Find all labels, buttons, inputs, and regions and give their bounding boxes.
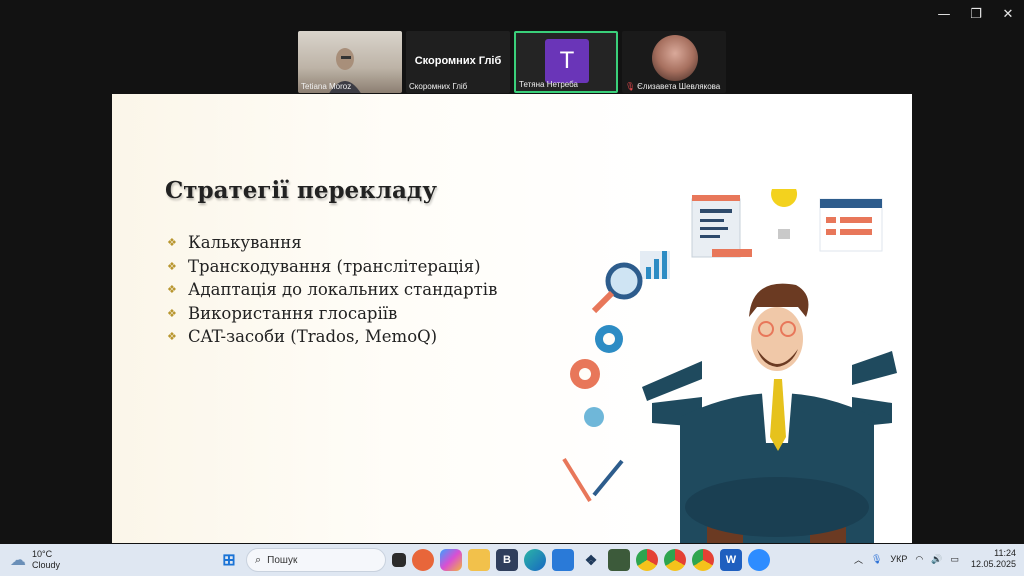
participant-avatar: T — [545, 39, 589, 83]
slide-title: Стратегії перекладу — [165, 177, 437, 204]
chevron-up-icon[interactable]: ︿ — [854, 553, 863, 566]
system-tray: ︿ 🎙 УКР ◠ 🔊 ▭ 11:24 12.05.2025 — [854, 548, 1016, 570]
weather-condition: Cloudy — [32, 560, 61, 570]
participant-tile[interactable]: Tetiana Moroz — [298, 31, 402, 93]
list-item: ❖ Адаптація до локальних стандартів — [167, 280, 498, 300]
clock-date: 12.05.2025 — [970, 559, 1016, 569]
clock-time: 11:24 — [994, 548, 1016, 558]
meeting-window: — ❐ ✕ Tetiana Moroz Скоромних Гліб Скоро… — [0, 0, 1024, 544]
input-language[interactable]: УКР — [890, 554, 907, 564]
zoom-icon[interactable] — [748, 549, 770, 571]
firefox-icon[interactable] — [412, 549, 434, 571]
file-explorer-icon[interactable] — [468, 549, 490, 571]
participant-video-icon — [652, 35, 698, 81]
taskbar-pinned-apps: ⊞ ⌕ Пошук B ❖ W — [218, 548, 770, 572]
participant-name: Скоромних Гліб — [409, 82, 468, 91]
bullet-icon: ❖ — [167, 259, 177, 273]
windows-taskbar: ☁ 10°C Cloudy ⊞ ⌕ Пошук B ❖ W ︿ 🎙 УКР ◠ … — [0, 544, 1024, 576]
battery-icon[interactable]: ▭ — [950, 554, 959, 565]
app-icon[interactable] — [608, 549, 630, 571]
windows-start-icon[interactable]: ⊞ — [218, 549, 240, 571]
participant-tile[interactable]: 🎙 Єлизавета Шевлякова — [622, 31, 726, 93]
minimize-button[interactable]: — — [928, 0, 960, 28]
weather-temp: 10°C — [32, 549, 53, 559]
restore-button[interactable]: ❐ — [960, 0, 992, 28]
list-item: ❖ Транскодування (транслітерація) — [167, 256, 481, 276]
multitasking-man-illustration — [562, 189, 897, 543]
b-app-icon[interactable]: B — [496, 549, 518, 571]
participant-name: Тетяна Нетреба — [519, 80, 578, 89]
weather-widget[interactable]: ☁ 10°C Cloudy — [10, 549, 60, 571]
edge-icon[interactable] — [524, 549, 546, 571]
chrome-icon[interactable] — [664, 549, 686, 571]
muted-mic-icon: 🎙 — [625, 82, 636, 91]
participant-tile-active-speaker[interactable]: T Тетяна Нетреба — [514, 31, 618, 93]
bullet-icon: ❖ — [167, 306, 177, 320]
list-item: ❖ Використання глосаріїв — [167, 303, 398, 323]
list-item: ❖ Калькування — [167, 233, 302, 253]
participant-tile[interactable]: Скоромних Гліб Скоромних Гліб — [406, 31, 510, 93]
cloud-icon: ☁ — [10, 552, 26, 569]
copilot-icon[interactable] — [440, 549, 462, 571]
close-button[interactable]: ✕ — [992, 0, 1024, 28]
participant-name: Tetiana Moroz — [301, 82, 352, 91]
chrome-icon[interactable] — [636, 549, 658, 571]
wifi-icon[interactable]: ◠ — [915, 554, 923, 565]
bullet-icon: ❖ — [167, 283, 177, 297]
participant-name: Єлизавета Шевлякова — [637, 82, 721, 91]
store-icon[interactable] — [552, 549, 574, 571]
participant-strip: Tetiana Moroz Скоромних Гліб Скоромних Г… — [298, 31, 726, 93]
word-icon[interactable]: W — [720, 549, 742, 571]
dropbox-icon[interactable]: ❖ — [580, 549, 602, 571]
slide-bullet-list: ❖ Калькування ❖ Транскодування (транслітер… — [167, 231, 497, 349]
search-input[interactable]: ⌕ Пошук — [246, 548, 386, 572]
volume-icon[interactable]: 🔊 — [931, 554, 942, 565]
search-icon: ⌕ — [255, 553, 262, 566]
window-controls: — ❐ ✕ — [928, 0, 1024, 28]
search-placeholder: Пошук — [267, 554, 298, 566]
bullet-icon: ❖ — [167, 236, 177, 250]
clock[interactable]: 11:24 12.05.2025 — [971, 548, 1016, 570]
bullet-icon: ❖ — [167, 330, 177, 344]
participant-name-row: 🎙 Єлизавета Шевлякова — [625, 82, 720, 91]
task-view-icon[interactable] — [392, 553, 406, 567]
chrome-icon[interactable] — [692, 549, 714, 571]
shared-slide: Стратегії перекладу ❖ Калькування ❖ Транск… — [112, 94, 912, 543]
participant-display-name: Скоромних Гліб — [414, 55, 502, 67]
list-item: ❖ CAT-засоби (Trados, MemoQ) — [167, 327, 438, 347]
microphone-icon[interactable]: 🎙 — [871, 554, 882, 565]
